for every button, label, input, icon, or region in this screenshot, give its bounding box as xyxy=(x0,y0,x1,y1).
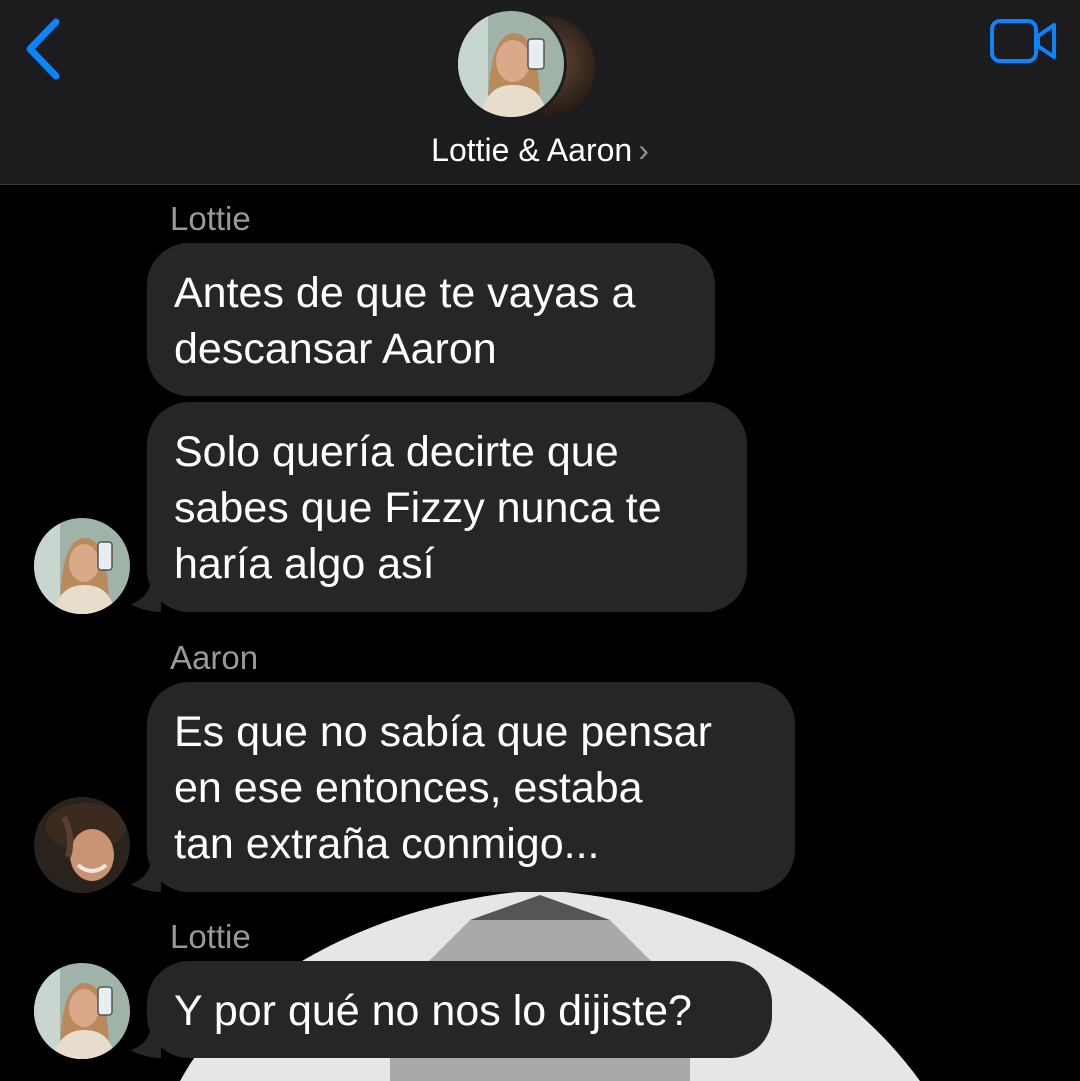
group-avatar[interactable] xyxy=(455,8,600,120)
aaron-avatar[interactable] xyxy=(34,797,130,893)
message-bubble[interactable]: Es que no sabía que pensar en ese entonc… xyxy=(147,682,795,892)
sender-name: Aaron xyxy=(170,639,259,676)
conversation-header: Lottie & Aaron › xyxy=(0,0,1080,185)
conversation-title-text: Lottie & Aaron xyxy=(431,132,633,168)
bubble-tail xyxy=(131,862,161,892)
message-bubble[interactable]: Antes de que te vayas a descansar Aaron xyxy=(147,243,715,396)
message-bubble[interactable]: Y por qué no nos lo dijiste? xyxy=(147,961,772,1058)
chevron-right-icon: › xyxy=(638,132,649,168)
bubble-tail xyxy=(131,582,161,612)
bubble-tail xyxy=(131,1028,161,1058)
lottie-avatar-small xyxy=(455,8,567,120)
sender-name: Lottie xyxy=(170,918,251,955)
message-bubble[interactable]: Solo quería decirte que sabes que Fizzy … xyxy=(147,402,747,612)
video-call-button[interactable] xyxy=(988,16,1060,66)
conversation-title[interactable]: Lottie & Aaron › xyxy=(0,132,1080,169)
video-camera-icon xyxy=(990,19,1056,63)
lottie-avatar[interactable] xyxy=(34,518,130,614)
back-button[interactable] xyxy=(18,16,68,84)
lottie-avatar[interactable] xyxy=(34,963,130,1059)
chevron-left-icon xyxy=(26,18,60,80)
sender-name: Lottie xyxy=(170,200,251,237)
